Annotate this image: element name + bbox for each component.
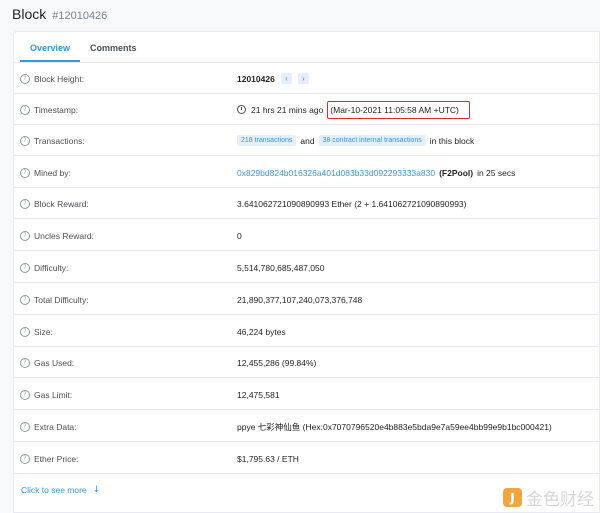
help-icon[interactable]: ? — [20, 198, 30, 209]
timestamp-absolute: (Mar-10-2021 11:05:58 AM +UTC) — [327, 100, 470, 119]
miner-pool: (F2Pool) — [439, 167, 474, 178]
row-uncles-reward: ? Uncles Reward: 0 — [14, 220, 600, 251]
row-extra-data: ? Extra Data: ppye 七彩神仙鱼 (Hex:0x707079652… — [14, 411, 600, 442]
help-icon[interactable]: ? — [20, 230, 30, 241]
gas-limit-value: 12,475,581 — [237, 389, 280, 400]
tab-comments[interactable]: Comments — [80, 43, 147, 62]
row-gas-limit: ? Gas Limit: 12,475,581 — [14, 379, 600, 410]
see-more-link[interactable]: Click to see more ↓ — [21, 485, 100, 495]
row-label: Uncles Reward: — [34, 230, 94, 241]
and-text: and — [300, 135, 315, 146]
transactions-suffix: in this block — [429, 135, 475, 146]
row-label: Block Height: — [34, 73, 85, 84]
size-value: 46,224 bytes — [237, 326, 286, 337]
help-icon[interactable]: ? — [20, 135, 30, 146]
row-label: Timestamp: — [34, 104, 79, 115]
prev-block-button[interactable]: ‹ — [280, 73, 292, 84]
help-icon[interactable]: ? — [20, 326, 30, 337]
row-label: Ether Price: — [34, 453, 79, 464]
help-icon[interactable]: ? — [20, 453, 30, 464]
help-icon[interactable]: ? — [20, 262, 30, 273]
watermark-logo-icon: J — [503, 488, 522, 507]
row-label: Mined by: — [34, 167, 71, 178]
tab-overview[interactable]: Overview — [20, 43, 81, 62]
page-title: Block — [12, 6, 47, 22]
row-difficulty: ? Difficulty: 5,514,780,685,487,050 — [14, 252, 600, 283]
row-block-height: ? Block Height: 12010426 ‹ › — [14, 63, 600, 94]
row-label: Difficulty: — [34, 262, 69, 273]
help-icon[interactable]: ? — [20, 294, 30, 305]
row-ether-price: ? Ether Price: $1,795.63 / ETH — [14, 443, 600, 474]
row-total-difficulty: ? Total Difficulty: 21,890,377,107,240,07… — [14, 284, 600, 315]
help-icon[interactable]: ? — [20, 421, 30, 432]
timestamp-relative: 21 hrs 21 mins ago — [251, 104, 324, 115]
mined-by-suffix: in 25 secs — [477, 167, 516, 178]
gas-used-value: 12,455,286 (99.84%) — [237, 357, 317, 368]
row-label: Size: — [34, 326, 53, 337]
block-details-card: Overview Comments ? Block Height: 1201042… — [13, 31, 600, 513]
uncles-reward-value: 0 — [237, 230, 242, 241]
clock-icon — [237, 105, 246, 114]
tab-bar: Overview Comments — [14, 32, 599, 63]
row-label: Extra Data: — [34, 421, 77, 432]
help-icon[interactable]: ? — [20, 389, 30, 400]
total-difficulty-value: 21,890,377,107,240,073,376,748 — [237, 294, 363, 305]
internal-transactions-badge[interactable]: 38 contract internal transactions — [318, 135, 426, 146]
help-icon[interactable]: ? — [20, 357, 30, 368]
row-timestamp: ? Timestamp: 21 hrs 21 mins ago (Mar-10-2… — [14, 94, 600, 125]
help-icon[interactable]: ? — [20, 167, 30, 178]
block-reward-value: 3.641062721090890993 Ether (2 + 1.641062… — [237, 198, 467, 209]
page-header: Block #12010426 — [12, 6, 107, 24]
ether-price-value: $1,795.63 / ETH — [237, 453, 299, 464]
block-height-value: 12010426 — [237, 73, 275, 84]
next-block-button[interactable]: › — [297, 73, 309, 84]
row-label: Total Difficulty: — [34, 294, 89, 305]
row-label: Transactions: — [34, 135, 85, 146]
row-label: Gas Used: — [34, 357, 75, 368]
row-transactions: ? Transactions: 218 transactions and 38 c… — [14, 125, 600, 156]
extra-data-value: ppye 七彩神仙鱼 (Hex:0x7070796520e4b883e5bda9… — [237, 421, 552, 432]
see-more-label: Click to see more — [21, 485, 87, 495]
row-gas-used: ? Gas Used: 12,455,286 (99.84%) — [14, 347, 600, 378]
help-icon[interactable]: ? — [20, 73, 30, 84]
watermark: J 金色财经 — [503, 485, 594, 510]
row-block-reward: ? Block Reward: 3.641062721090890993 Ethe… — [14, 188, 600, 219]
difficulty-value: 5,514,780,685,487,050 — [237, 262, 325, 273]
miner-address-link[interactable]: 0x829bd824b016326a401d083b33d092293333a8… — [237, 168, 435, 178]
help-icon[interactable]: ? — [20, 104, 30, 115]
arrow-down-icon: ↓ — [92, 485, 101, 495]
block-id: #12010426 — [52, 10, 108, 22]
row-label: Block Reward: — [34, 198, 89, 209]
transactions-badge[interactable]: 218 transactions — [237, 135, 297, 146]
row-size: ? Size: 46,224 bytes — [14, 316, 600, 347]
watermark-text: 金色财经 — [526, 490, 594, 510]
row-label: Gas Limit: — [34, 389, 73, 400]
row-mined-by: ? Mined by: 0x829bd824b016326a401d083b33d… — [14, 157, 600, 188]
